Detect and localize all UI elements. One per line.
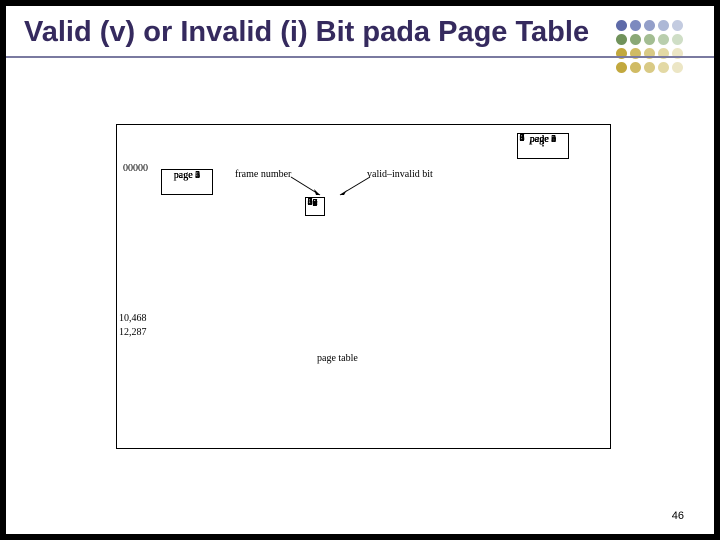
valid-invalid-bit-label: valid–invalid bit: [367, 169, 433, 180]
addr-label-break1: 10,468: [119, 313, 147, 324]
page-table-caption: page table: [317, 353, 358, 364]
addr-label-top: 00000: [123, 163, 148, 174]
title-area: Valid (v) or Invalid (i) Bit pada Page T…: [6, 6, 714, 58]
page-number: 46: [672, 510, 684, 522]
memory-page-n: page n: [517, 133, 569, 159]
logical-page-cell: page 5: [161, 169, 213, 195]
slide: Valid (v) or Invalid (i) Bit pada Page T…: [6, 6, 714, 534]
addr-label-break2: 12,287: [119, 327, 147, 338]
arrows-to-pt: [285, 173, 365, 203]
diagram-figure: 00000 10,468 12,287 page 0 page 1 page 2…: [116, 124, 611, 449]
frame-number-label: frame number: [235, 169, 291, 180]
slide-title: Valid (v) or Invalid (i) Bit pada Page T…: [24, 16, 696, 48]
